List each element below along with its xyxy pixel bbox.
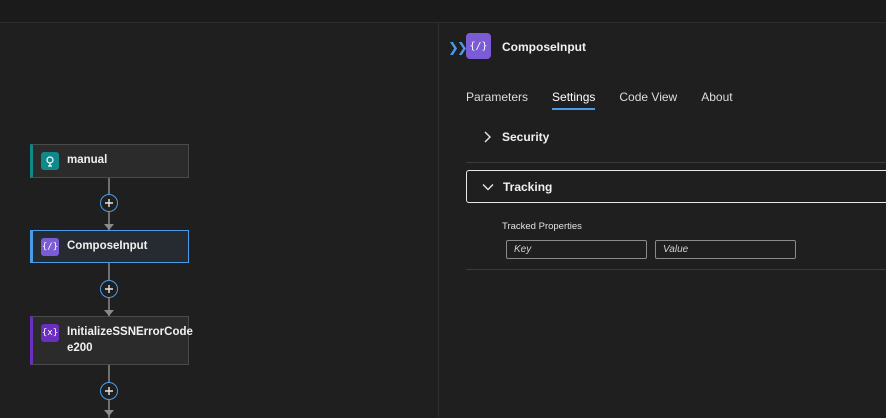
panel-tabs: Parameters Settings Code View About: [466, 90, 757, 110]
plus-icon: [105, 387, 113, 395]
tab-code-view[interactable]: Code View: [619, 90, 677, 108]
tracked-property-value-input[interactable]: [655, 240, 796, 259]
collapse-panel-icon[interactable]: ❯❯: [448, 40, 468, 56]
plus-icon: [105, 199, 113, 207]
section-label: Security: [502, 130, 550, 144]
plus-icon: [105, 285, 113, 293]
add-step-button[interactable]: [100, 280, 118, 298]
compose-icon: {/}: [41, 238, 59, 256]
node-label: InitializeSSNErrorCode e200: [67, 326, 193, 354]
node-label: ComposeInput: [67, 240, 148, 252]
add-step-button[interactable]: [100, 194, 118, 212]
compose-icon: {/}: [466, 33, 491, 59]
arrow-down-icon: [104, 410, 114, 416]
tracking-section-header[interactable]: Tracking: [466, 170, 886, 203]
trigger-node-manual[interactable]: manual: [30, 144, 189, 178]
tab-parameters[interactable]: Parameters: [466, 90, 528, 108]
tab-settings[interactable]: Settings: [552, 90, 596, 110]
divider: [466, 162, 886, 163]
section-label: Tracking: [503, 179, 553, 194]
tracked-properties-label: Tracked Properties: [502, 221, 582, 232]
chevron-down-icon: [479, 182, 497, 192]
node-label: manual: [67, 154, 108, 166]
request-trigger-icon: [41, 152, 59, 170]
designer-canvas[interactable]: manual {/} ComposeInput {x} InitializeSS…: [0, 23, 439, 418]
security-section-header[interactable]: Security: [466, 126, 886, 148]
tab-about[interactable]: About: [701, 90, 732, 108]
add-step-button[interactable]: [100, 382, 118, 400]
tracked-property-key-input[interactable]: [506, 240, 647, 259]
chevron-right-icon: [478, 131, 496, 143]
divider: [466, 269, 886, 270]
action-node-initializessnerrorcode200[interactable]: {x} InitializeSSNErrorCode e200: [30, 316, 193, 365]
action-node-composeinput[interactable]: {/} ComposeInput: [30, 230, 189, 263]
variable-icon: {x}: [41, 324, 59, 342]
top-bar: [0, 0, 886, 23]
panel-title: ComposeInput: [502, 40, 586, 54]
